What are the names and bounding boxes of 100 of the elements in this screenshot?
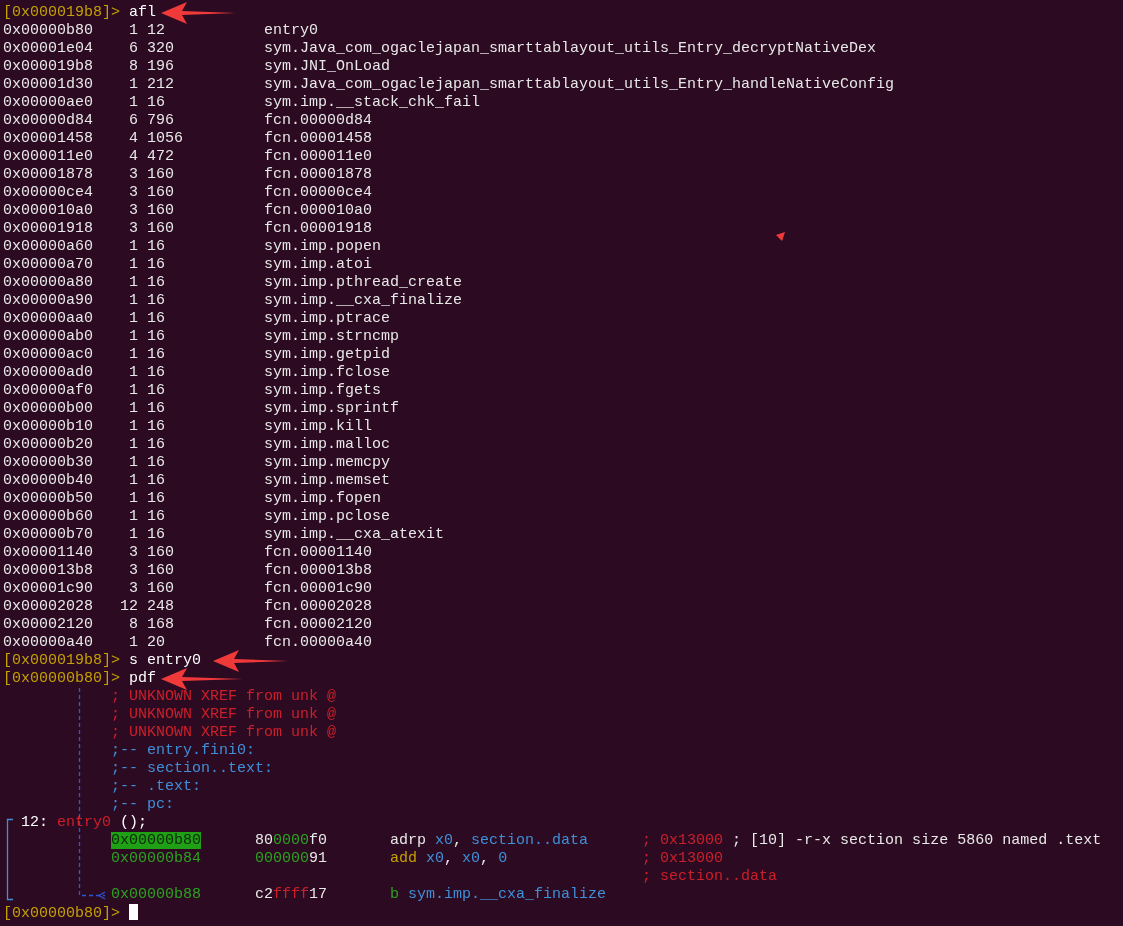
function-size: 320 — [147, 40, 175, 58]
block-count: 3 — [128, 220, 138, 238]
xref-comment: ; UNKNOWN XREF from unk @ — [111, 706, 337, 723]
function-address: 0x00000b20 — [3, 436, 93, 454]
function-size: 16 — [147, 328, 166, 346]
block-count: 1 — [128, 256, 138, 274]
function-size: 16 — [147, 508, 166, 526]
block-count: 1 — [128, 274, 138, 292]
function-size: 16 — [147, 454, 166, 472]
function-name: sym.imp.fclose — [264, 364, 391, 381]
block-count: 1 — [128, 508, 138, 526]
label-comment: ;-- entry.fini0: — [111, 742, 256, 759]
function-name: fcn.000010a0 — [264, 202, 373, 219]
function-size: 16 — [147, 346, 166, 364]
block-count: 4 — [128, 130, 138, 148]
block-count: 6 — [128, 112, 138, 130]
xref-comment: ; UNKNOWN XREF from unk @ — [111, 688, 337, 705]
function-address: 0x00000b40 — [3, 472, 93, 490]
block-count: 3 — [128, 562, 138, 580]
function-size: 20 — [147, 634, 166, 652]
function-name: sym.imp.fgets — [264, 382, 382, 399]
function-address: 0x00000aa0 — [3, 310, 93, 328]
function-address: 0x00000ce4 — [3, 184, 93, 202]
function-name: fcn.00001878 — [264, 166, 373, 183]
function-size: 16 — [147, 94, 166, 112]
function-size: 16 — [147, 472, 166, 490]
function-size: 16 — [147, 382, 166, 400]
function-name: sym.imp.__cxa_atexit — [264, 526, 445, 543]
instruction-comment: ; 0x13000 — [642, 850, 724, 867]
function-address: 0x00000af0 — [3, 382, 93, 400]
command-text: s entry0 — [129, 652, 202, 669]
prompt-address: [0x000019b8]> — [3, 652, 121, 669]
function-name: fcn.00001c90 — [264, 580, 373, 597]
instruction-address: 0x00000b80 — [111, 832, 202, 849]
function-address: 0x00001d30 — [3, 76, 93, 94]
function-address: 0x00001878 — [3, 166, 93, 184]
label-comment: ;-- .text: — [111, 778, 202, 795]
function-name: sym.imp.pclose — [264, 508, 391, 525]
function-size: 12: — [21, 814, 48, 831]
function-size: 16 — [147, 400, 166, 418]
instruction-comment: ; section..data — [642, 868, 778, 885]
function-name: sym.imp.fopen — [264, 490, 382, 507]
block-count: 1 — [128, 346, 138, 364]
function-address: 0x00000b30 — [3, 454, 93, 472]
function-signature: (); — [120, 814, 148, 831]
function-address: 0x00002120 — [3, 616, 93, 634]
function-address: 0x00000b80 — [3, 22, 93, 40]
block-count: 1 — [128, 454, 138, 472]
block-count: 1 — [128, 22, 138, 40]
block-count: 1 — [128, 418, 138, 436]
block-count: 1 — [128, 382, 138, 400]
function-name: sym.imp.popen — [264, 238, 382, 255]
function-name: fcn.00002028 — [264, 598, 373, 615]
function-address: 0x00000a40 — [3, 634, 93, 652]
function-size: 168 — [147, 616, 175, 634]
block-count: 1 — [128, 76, 138, 94]
function-name: sym.imp.memset — [264, 472, 391, 489]
function-name: fcn.00001458 — [264, 130, 373, 147]
instruction-bytes: c2ffff17 — [255, 886, 329, 904]
function-name: sym.Java_com_ogaclejapan_smarttablayout_utils_Entry_decryptNativeDex — [264, 40, 877, 57]
function-address: 0x00000a90 — [3, 292, 93, 310]
block-count: 8 — [128, 616, 138, 634]
function-name: fcn.00000a40 — [264, 634, 373, 651]
function-name: sym.imp.getpid — [264, 346, 391, 363]
function-address: 0x000011e0 — [3, 148, 93, 166]
function-name: fcn.00000d84 — [264, 112, 373, 129]
function-name: sym.imp.__cxa_finalize — [264, 292, 463, 309]
function-address: 0x00000ab0 — [3, 328, 93, 346]
function-size: 160 — [147, 202, 175, 220]
function-name: sym.JNI_OnLoad — [264, 58, 391, 75]
block-count: 1 — [128, 310, 138, 328]
function-address: 0x00000ae0 — [3, 94, 93, 112]
function-name: sym.imp.sprintf — [264, 400, 400, 417]
function-address: 0x00000ad0 — [3, 364, 93, 382]
function-name: sym.imp.memcpy — [264, 454, 391, 471]
xref-comment: ; UNKNOWN XREF from unk @ — [111, 724, 337, 741]
prompt-address: [0x000019b8]> — [3, 4, 121, 21]
function-address: 0x00000a80 — [3, 274, 93, 292]
function-size: 160 — [147, 166, 175, 184]
function-address: 0x00000a60 — [3, 238, 93, 256]
function-size: 472 — [147, 148, 175, 166]
function-size: 160 — [147, 580, 175, 598]
instruction-address: 0x00000b88 — [111, 886, 202, 903]
block-count: 1 — [128, 328, 138, 346]
function-size: 196 — [147, 58, 175, 76]
function-size: 16 — [147, 256, 166, 274]
function-name: sym.imp.malloc — [264, 436, 391, 453]
block-count: 1 — [128, 364, 138, 382]
function-size: 16 — [147, 310, 166, 328]
function-name: sym.imp.__stack_chk_fail — [264, 94, 481, 111]
label-comment: ;-- section..text: — [111, 760, 274, 777]
function-size: 16 — [147, 274, 166, 292]
function-address: 0x000013b8 — [3, 562, 93, 580]
block-count: 1 — [128, 292, 138, 310]
function-name: sym.imp.strncmp — [264, 328, 400, 345]
function-address: 0x000010a0 — [3, 202, 93, 220]
function-name: sym.imp.pthread_create — [264, 274, 463, 291]
block-count: 1 — [128, 526, 138, 544]
function-address: 0x00000b00 — [3, 400, 93, 418]
instruction-code: add x0, x0, 0 — [390, 850, 509, 868]
